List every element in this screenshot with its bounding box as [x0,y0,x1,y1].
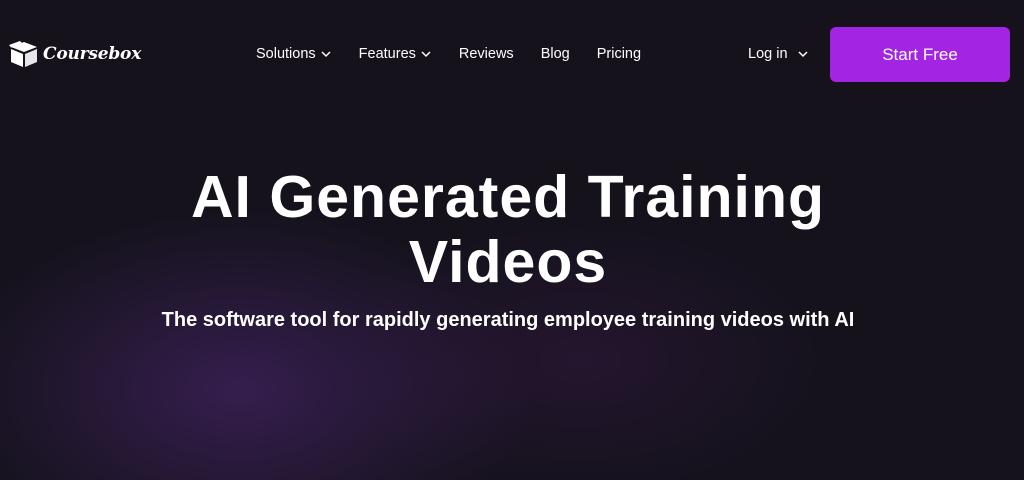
login-label: Log in [748,46,788,62]
open-box-icon [9,41,37,67]
nav-item-features[interactable]: Features [359,46,432,62]
nav-item-solutions[interactable]: Solutions [256,46,332,62]
hero-title-line1: AI Generated Training [190,164,826,230]
nav-item-pricing[interactable]: Pricing [597,46,641,62]
start-free-button[interactable]: Start Free [830,27,1010,82]
hero-title-line2: Videos [408,229,608,295]
main-nav: Solutions Features Reviews Blog Pricing [256,44,668,64]
chevron-down-icon [797,51,808,58]
nav-item-label: Blog [540,46,570,62]
brand-logo[interactable]: Coursebox [8,38,141,70]
navbar: Coursebox Solutions Features Reviews Blo… [0,0,1024,108]
nav-item-blog[interactable]: Blog [541,46,570,62]
brand-name: Coursebox [43,44,142,64]
chevron-down-icon [321,51,331,58]
nav-item-label: Features [358,46,416,62]
hero-subtitle: The software tool for rapidly generating… [161,309,855,331]
nav-item-label: Solutions [256,46,316,62]
nav-item-label: Reviews [458,46,514,62]
chevron-down-icon [421,51,431,58]
nav-item-reviews[interactable]: Reviews [459,46,514,62]
hero-title: AI Generated Training Videos [0,165,1016,295]
nav-item-label: Pricing [596,46,642,62]
login-button[interactable]: Log in [748,44,809,64]
